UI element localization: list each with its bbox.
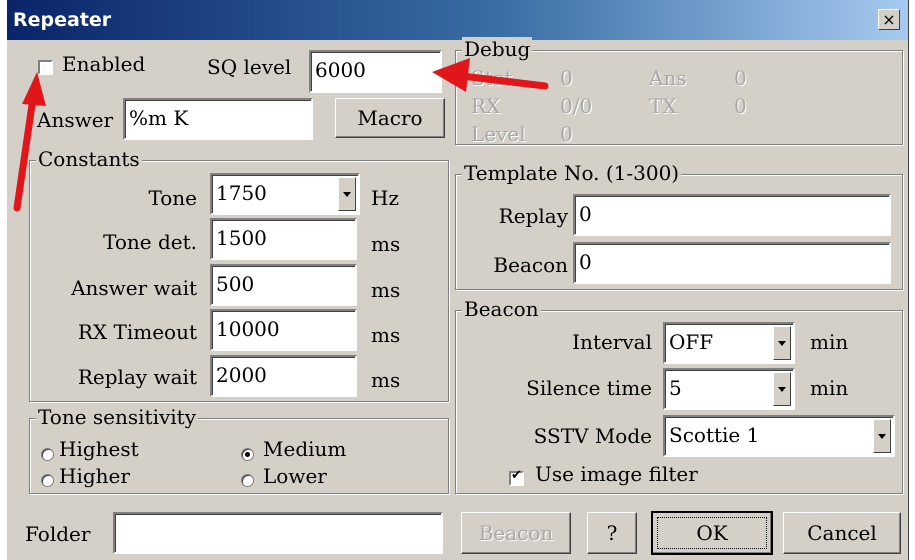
arrow-to-enabled-checkbox: [13, 72, 46, 212]
annotation-arrows: [13, 58, 549, 212]
arrow-to-sq-level: [432, 58, 549, 92]
